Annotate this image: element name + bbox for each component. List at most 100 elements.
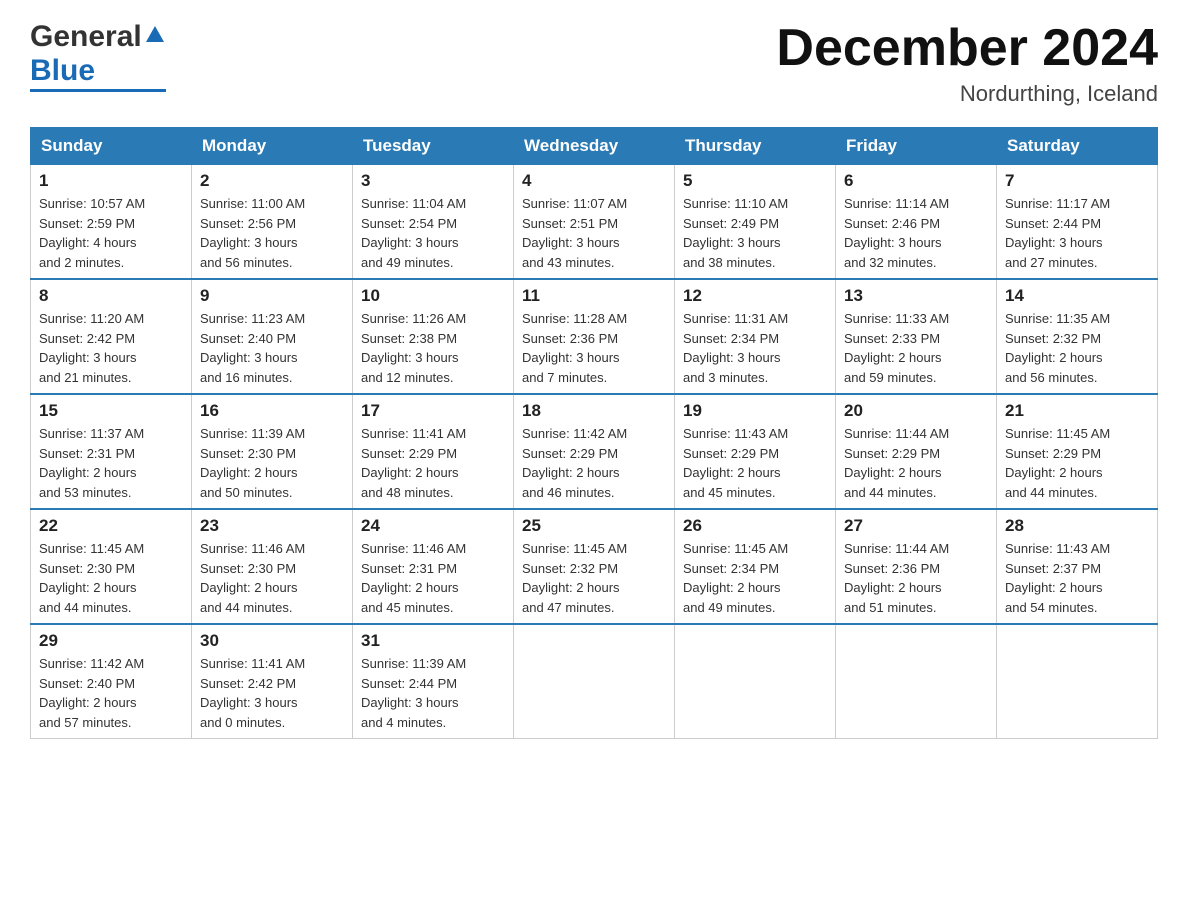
day-number: 9 bbox=[200, 286, 344, 306]
day-info: Sunrise: 11:00 AM Sunset: 2:56 PM Daylig… bbox=[200, 194, 344, 272]
calendar-cell: 5Sunrise: 11:10 AM Sunset: 2:49 PM Dayli… bbox=[675, 165, 836, 280]
day-number: 19 bbox=[683, 401, 827, 421]
day-number: 11 bbox=[522, 286, 666, 306]
day-number: 18 bbox=[522, 401, 666, 421]
day-info: Sunrise: 11:43 AM Sunset: 2:29 PM Daylig… bbox=[683, 424, 827, 502]
weekday-header-sunday: Sunday bbox=[31, 128, 192, 165]
day-info: Sunrise: 11:20 AM Sunset: 2:42 PM Daylig… bbox=[39, 309, 183, 387]
day-info: Sunrise: 11:04 AM Sunset: 2:54 PM Daylig… bbox=[361, 194, 505, 272]
calendar-cell: 12Sunrise: 11:31 AM Sunset: 2:34 PM Dayl… bbox=[675, 279, 836, 394]
calendar-cell: 18 Sunrise: 11:42 AM Sunset: 2:29 PM Dayl… bbox=[514, 394, 675, 509]
day-info: Sunrise: 11:45 AM Sunset: 2:30 PM Daylig… bbox=[39, 539, 183, 617]
calendar-cell: 25 Sunrise: 11:45 AM Sunset: 2:32 PM Dayl… bbox=[514, 509, 675, 624]
calendar-cell: 14 Sunrise: 11:35 AM Sunset: 2:32 PM Dayl… bbox=[997, 279, 1158, 394]
day-info: Sunrise: 11:39 AM Sunset: 2:44 PM Daylig… bbox=[361, 654, 505, 732]
month-title: December 2024 bbox=[776, 20, 1158, 77]
calendar-cell bbox=[675, 624, 836, 739]
day-info: Sunrise: 11:41 AM Sunset: 2:29 PM Daylig… bbox=[361, 424, 505, 502]
day-number: 20 bbox=[844, 401, 988, 421]
page-header: General Blue December 2024 Nordurthing, … bbox=[30, 20, 1158, 107]
calendar-cell bbox=[514, 624, 675, 739]
day-info: Sunrise: 11:17 AM Sunset: 2:44 PM Daylig… bbox=[1005, 194, 1149, 272]
title-block: December 2024 Nordurthing, Iceland bbox=[776, 20, 1158, 107]
calendar-week-row: 8 Sunrise: 11:20 AM Sunset: 2:42 PM Dayli… bbox=[31, 279, 1158, 394]
logo-blue-text: Blue bbox=[30, 54, 95, 88]
calendar-cell: 29Sunrise: 11:42 AM Sunset: 2:40 PM Dayl… bbox=[31, 624, 192, 739]
logo: General Blue bbox=[30, 20, 166, 92]
calendar-cell: 23 Sunrise: 11:46 AM Sunset: 2:30 PM Dayl… bbox=[192, 509, 353, 624]
calendar-cell: 11 Sunrise: 11:28 AM Sunset: 2:36 PM Dayl… bbox=[514, 279, 675, 394]
calendar-cell: 16Sunrise: 11:39 AM Sunset: 2:30 PM Dayl… bbox=[192, 394, 353, 509]
day-info: Sunrise: 11:45 AM Sunset: 2:34 PM Daylig… bbox=[683, 539, 827, 617]
calendar-cell: 3 Sunrise: 11:04 AM Sunset: 2:54 PM Dayli… bbox=[353, 165, 514, 280]
day-info: Sunrise: 11:33 AM Sunset: 2:33 PM Daylig… bbox=[844, 309, 988, 387]
day-number: 26 bbox=[683, 516, 827, 536]
day-number: 14 bbox=[1005, 286, 1149, 306]
day-info: Sunrise: 11:45 AM Sunset: 2:32 PM Daylig… bbox=[522, 539, 666, 617]
calendar-week-row: 15 Sunrise: 11:37 AM Sunset: 2:31 PM Dayl… bbox=[31, 394, 1158, 509]
day-number: 7 bbox=[1005, 171, 1149, 191]
calendar-cell: 17 Sunrise: 11:41 AM Sunset: 2:29 PM Dayl… bbox=[353, 394, 514, 509]
day-info: Sunrise: 11:23 AM Sunset: 2:40 PM Daylig… bbox=[200, 309, 344, 387]
day-info: Sunrise: 11:45 AM Sunset: 2:29 PM Daylig… bbox=[1005, 424, 1149, 502]
day-number: 30 bbox=[200, 631, 344, 651]
day-info: Sunrise: 11:46 AM Sunset: 2:30 PM Daylig… bbox=[200, 539, 344, 617]
calendar-cell: 31 Sunrise: 11:39 AM Sunset: 2:44 PM Dayl… bbox=[353, 624, 514, 739]
day-info: Sunrise: 11:42 AM Sunset: 2:29 PM Daylig… bbox=[522, 424, 666, 502]
calendar-cell: 24Sunrise: 11:46 AM Sunset: 2:31 PM Dayl… bbox=[353, 509, 514, 624]
day-info: Sunrise: 11:37 AM Sunset: 2:31 PM Daylig… bbox=[39, 424, 183, 502]
calendar-cell: 28 Sunrise: 11:43 AM Sunset: 2:37 PM Dayl… bbox=[997, 509, 1158, 624]
logo-triangle-icon bbox=[144, 24, 166, 46]
day-number: 31 bbox=[361, 631, 505, 651]
day-number: 3 bbox=[361, 171, 505, 191]
day-number: 25 bbox=[522, 516, 666, 536]
calendar-cell: 8 Sunrise: 11:20 AM Sunset: 2:42 PM Dayli… bbox=[31, 279, 192, 394]
day-number: 12 bbox=[683, 286, 827, 306]
weekday-header-thursday: Thursday bbox=[675, 128, 836, 165]
calendar-week-row: 29Sunrise: 11:42 AM Sunset: 2:40 PM Dayl… bbox=[31, 624, 1158, 739]
day-number: 17 bbox=[361, 401, 505, 421]
day-info: Sunrise: 11:42 AM Sunset: 2:40 PM Daylig… bbox=[39, 654, 183, 732]
weekday-header-wednesday: Wednesday bbox=[514, 128, 675, 165]
calendar-cell: 30 Sunrise: 11:41 AM Sunset: 2:42 PM Dayl… bbox=[192, 624, 353, 739]
calendar-week-row: 22 Sunrise: 11:45 AM Sunset: 2:30 PM Dayl… bbox=[31, 509, 1158, 624]
day-number: 28 bbox=[1005, 516, 1149, 536]
calendar-cell: 2 Sunrise: 11:00 AM Sunset: 2:56 PM Dayli… bbox=[192, 165, 353, 280]
day-number: 24 bbox=[361, 516, 505, 536]
day-info: Sunrise: 11:41 AM Sunset: 2:42 PM Daylig… bbox=[200, 654, 344, 732]
logo-general-text: General bbox=[30, 20, 142, 54]
day-info: Sunrise: 11:35 AM Sunset: 2:32 PM Daylig… bbox=[1005, 309, 1149, 387]
day-number: 22 bbox=[39, 516, 183, 536]
day-number: 15 bbox=[39, 401, 183, 421]
day-number: 21 bbox=[1005, 401, 1149, 421]
weekday-header-tuesday: Tuesday bbox=[353, 128, 514, 165]
calendar-cell: 27Sunrise: 11:44 AM Sunset: 2:36 PM Dayl… bbox=[836, 509, 997, 624]
day-number: 23 bbox=[200, 516, 344, 536]
calendar-cell: 26 Sunrise: 11:45 AM Sunset: 2:34 PM Dayl… bbox=[675, 509, 836, 624]
weekday-header-friday: Friday bbox=[836, 128, 997, 165]
calendar-cell: 22 Sunrise: 11:45 AM Sunset: 2:30 PM Dayl… bbox=[31, 509, 192, 624]
day-number: 8 bbox=[39, 286, 183, 306]
weekday-header-monday: Monday bbox=[192, 128, 353, 165]
day-info: Sunrise: 11:14 AM Sunset: 2:46 PM Daylig… bbox=[844, 194, 988, 272]
day-number: 1 bbox=[39, 171, 183, 191]
calendar-cell: 6 Sunrise: 11:14 AM Sunset: 2:46 PM Dayli… bbox=[836, 165, 997, 280]
calendar-cell: 20 Sunrise: 11:44 AM Sunset: 2:29 PM Dayl… bbox=[836, 394, 997, 509]
day-info: Sunrise: 11:26 AM Sunset: 2:38 PM Daylig… bbox=[361, 309, 505, 387]
day-info: Sunrise: 11:44 AM Sunset: 2:29 PM Daylig… bbox=[844, 424, 988, 502]
calendar-cell: 21 Sunrise: 11:45 AM Sunset: 2:29 PM Dayl… bbox=[997, 394, 1158, 509]
location-label: Nordurthing, Iceland bbox=[776, 81, 1158, 107]
day-number: 2 bbox=[200, 171, 344, 191]
day-number: 10 bbox=[361, 286, 505, 306]
day-info: Sunrise: 11:39 AM Sunset: 2:30 PM Daylig… bbox=[200, 424, 344, 502]
weekday-header-saturday: Saturday bbox=[997, 128, 1158, 165]
day-number: 13 bbox=[844, 286, 988, 306]
calendar-cell: 7 Sunrise: 11:17 AM Sunset: 2:44 PM Dayli… bbox=[997, 165, 1158, 280]
day-number: 6 bbox=[844, 171, 988, 191]
calendar-cell: 4Sunrise: 11:07 AM Sunset: 2:51 PM Dayli… bbox=[514, 165, 675, 280]
day-number: 27 bbox=[844, 516, 988, 536]
day-info: Sunrise: 11:43 AM Sunset: 2:37 PM Daylig… bbox=[1005, 539, 1149, 617]
calendar-cell: 19 Sunrise: 11:43 AM Sunset: 2:29 PM Dayl… bbox=[675, 394, 836, 509]
day-info: Sunrise: 11:28 AM Sunset: 2:36 PM Daylig… bbox=[522, 309, 666, 387]
calendar-cell: 1Sunrise: 10:57 AM Sunset: 2:59 PM Dayli… bbox=[31, 165, 192, 280]
